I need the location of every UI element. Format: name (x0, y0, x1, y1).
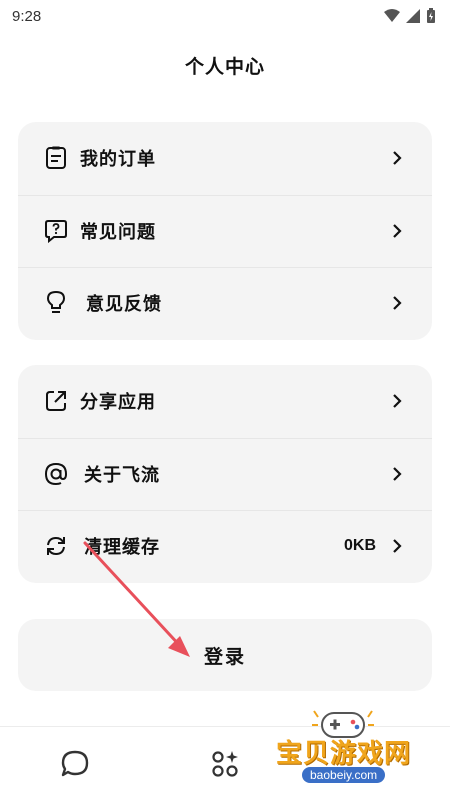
chevron-right-icon (390, 394, 404, 409)
chevron-right-icon (390, 539, 404, 554)
menu-item-label: 关于飞流 (84, 464, 160, 486)
chevron-right-icon (390, 296, 404, 311)
menu-item-my-orders[interactable]: 我的订单 (18, 122, 432, 195)
menu-item-about[interactable]: 关于飞流 (18, 437, 432, 511)
question-bubble-icon (44, 219, 68, 243)
status-time: 9:28 (12, 7, 42, 25)
menu-item-label: 分享应用 (80, 392, 156, 414)
at-icon (44, 462, 68, 486)
watermark-url: baobeiy.com (302, 767, 386, 783)
nav-chat[interactable] (45, 734, 105, 794)
share-icon (44, 389, 68, 413)
menu-item-label: 意见反馈 (86, 294, 162, 316)
chevron-right-icon (390, 467, 404, 481)
login-button[interactable]: 登录 (18, 619, 432, 691)
menu-item-label: 常见问题 (80, 221, 156, 243)
menu-item-label: 清理缓存 (84, 537, 160, 559)
page-title: 个人中心 (184, 56, 265, 78)
watermark-text: 宝贝游戏网 (276, 739, 412, 769)
chevron-right-icon (390, 224, 404, 238)
lightbulb-icon (44, 291, 68, 315)
menu-card-secondary: 分享应用 关于飞流 清理缓存 0KB (18, 365, 432, 583)
clipboard-list-icon (44, 146, 68, 170)
chevron-right-icon (390, 151, 404, 166)
menu-card-primary: 我的订单 常见问题 意见反馈 (18, 122, 432, 340)
menu-item-faq[interactable]: 常见问题 (18, 194, 432, 268)
menu-item-clear-cache[interactable]: 清理缓存 0KB (18, 510, 432, 583)
watermark-logo: 宝贝游戏网 baobeiy.com (272, 705, 442, 795)
apps-icon (212, 750, 238, 777)
status-icons (384, 8, 436, 24)
menu-item-feedback[interactable]: 意见反馈 (18, 267, 432, 340)
wifi-icon (384, 9, 400, 22)
status-bar: 9:28 (0, 0, 450, 32)
cache-size-value: 0KB (343, 537, 376, 555)
battery-icon (427, 8, 435, 23)
chat-icon (61, 750, 89, 776)
refresh-icon (44, 534, 68, 558)
signal-icon (406, 9, 420, 23)
menu-item-share-app[interactable]: 分享应用 (18, 365, 432, 438)
nav-apps[interactable] (195, 734, 255, 794)
menu-item-label: 我的订单 (80, 149, 156, 171)
